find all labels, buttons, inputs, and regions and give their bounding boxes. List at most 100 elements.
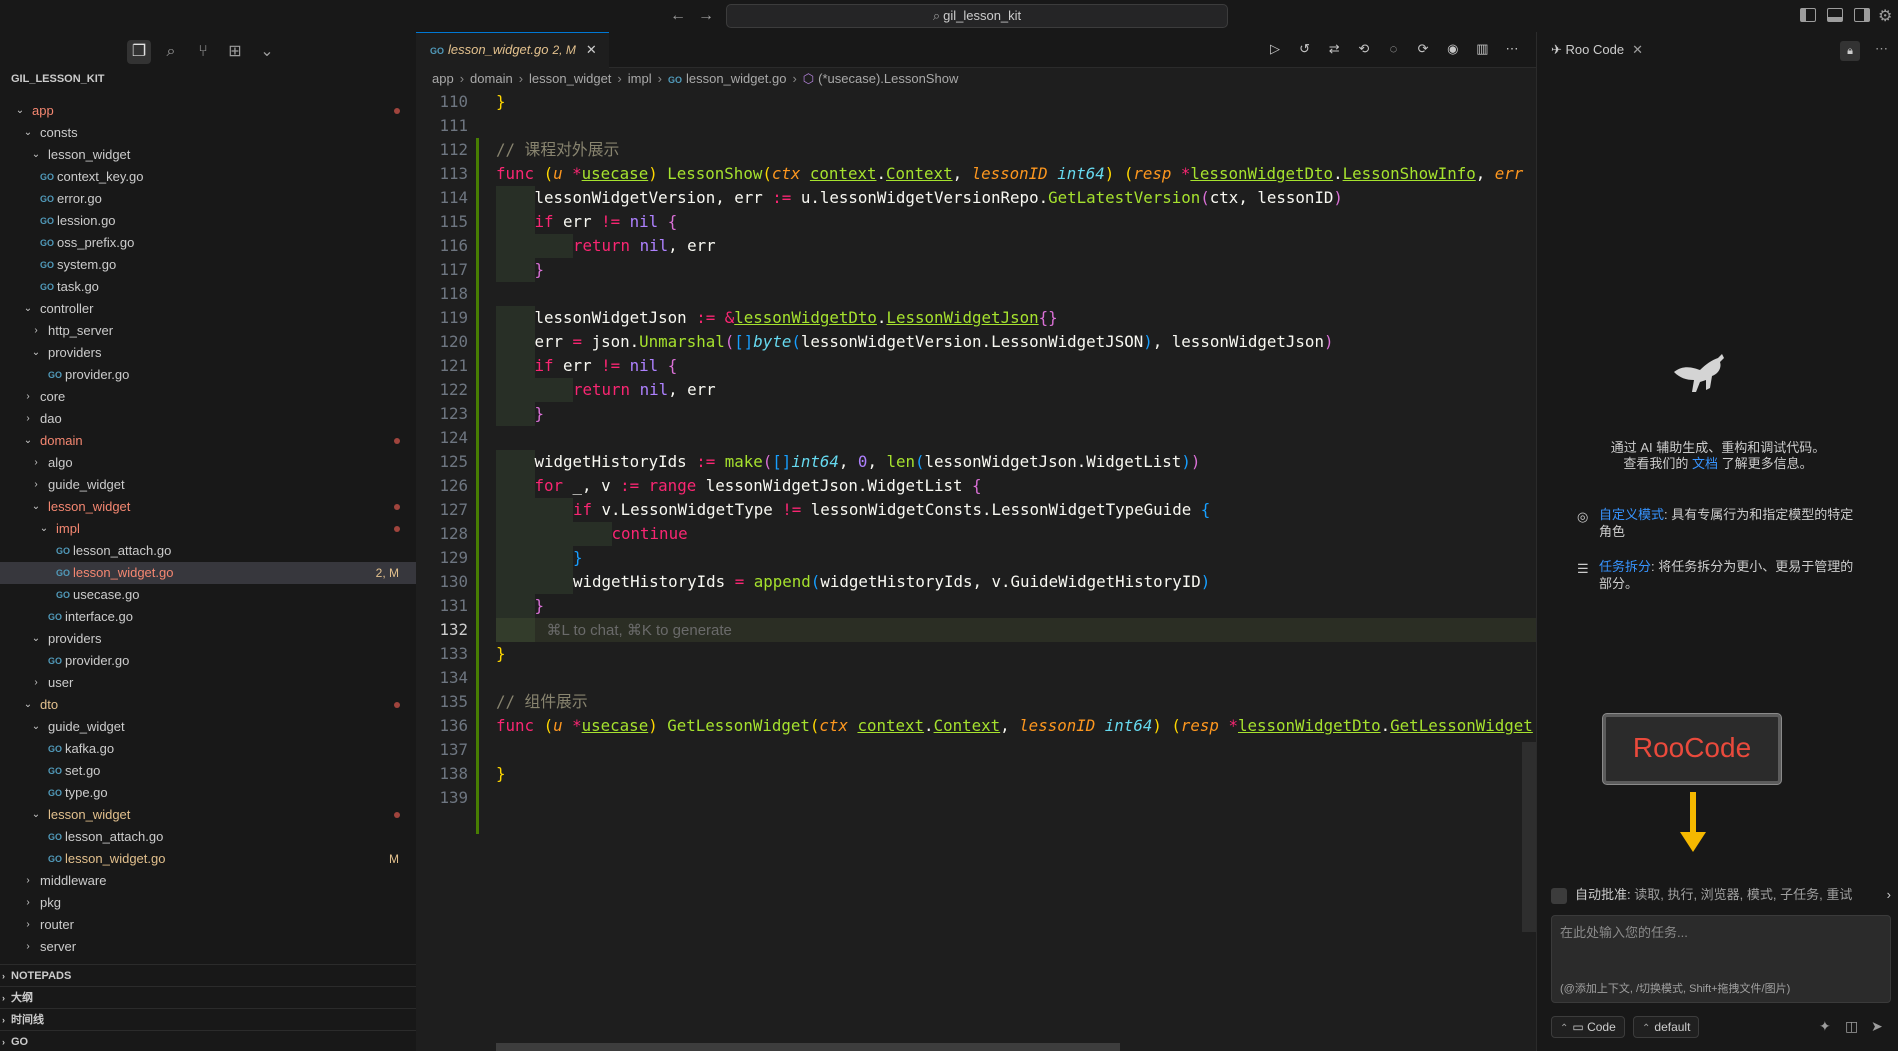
file-item-lesson-attach-go[interactable]: GO lesson_attach.go bbox=[0, 826, 416, 848]
chevron-down-icon[interactable]: ⌄ bbox=[255, 40, 279, 64]
folder-item-impl[interactable]: ⌄ impl bbox=[0, 518, 416, 540]
auto-approve-row[interactable]: 自动批准: 读取, 执行, 浏览器, 模式, 子任务, 重试 › bbox=[1551, 884, 1891, 906]
toggle-secondary-sidebar-icon[interactable] bbox=[1854, 8, 1870, 22]
run-icon[interactable]: ▷ bbox=[1265, 41, 1285, 57]
close-icon[interactable]: ✕ bbox=[586, 42, 597, 57]
send-icon[interactable]: ➤ bbox=[1871, 1018, 1883, 1035]
explorer-root-title[interactable]: GIL_LESSON_KIT bbox=[0, 68, 416, 90]
folder-item-providers[interactable]: ⌄ providers bbox=[0, 342, 416, 364]
lock-icon[interactable]: 🔒︎ bbox=[1840, 41, 1860, 61]
sidebar-section-2[interactable]: › 时间线 bbox=[0, 1008, 416, 1030]
folder-item-providers[interactable]: ⌄ providers bbox=[0, 628, 416, 650]
breadcrumb-item[interactable]: domain bbox=[470, 71, 513, 86]
next-change-icon[interactable]: ⟳ bbox=[1413, 41, 1433, 57]
line-number: 128 bbox=[439, 524, 468, 543]
more-actions-icon[interactable]: ⋯ bbox=[1875, 41, 1888, 57]
file-item-lesson-attach-go[interactable]: GO lesson_attach.go bbox=[0, 540, 416, 562]
go-back-change-icon[interactable]: ⟲ bbox=[1354, 41, 1374, 57]
roo-bottom-bar: ⌃ ▭ Code ⌃ default ✦ ◫ ➤ bbox=[1551, 1016, 1891, 1040]
folder-item-http-server[interactable]: › http_server bbox=[0, 320, 416, 342]
code-text: } bbox=[535, 258, 545, 282]
model-selector[interactable]: ⌃ default bbox=[1633, 1016, 1700, 1038]
folder-item-server[interactable]: › server bbox=[0, 936, 416, 958]
file-item-type-go[interactable]: GO type.go bbox=[0, 782, 416, 804]
folder-item-guide-widget[interactable]: › guide_widget bbox=[0, 474, 416, 496]
docs-link[interactable]: 文档 bbox=[1692, 456, 1718, 471]
code-token: LessonShow bbox=[667, 164, 763, 183]
previous-change-icon[interactable]: ◌ bbox=[1384, 41, 1404, 56]
folder-item-dao[interactable]: › dao bbox=[0, 408, 416, 430]
breadcrumb-item[interactable]: (*usecase).LessonShow bbox=[818, 71, 958, 86]
folder-item-app[interactable]: ⌄ app bbox=[0, 100, 416, 122]
folder-item-lesson-widget[interactable]: ⌄ lesson_widget bbox=[0, 496, 416, 518]
code-token: int64 bbox=[791, 452, 839, 471]
horizontal-scrollbar[interactable] bbox=[496, 1043, 1120, 1051]
file-item-usecase-go[interactable]: GO usecase.go bbox=[0, 584, 416, 606]
file-item-kafka-go[interactable]: GO kafka.go bbox=[0, 738, 416, 760]
file-item-system-go[interactable]: GO system.go bbox=[0, 254, 416, 276]
sidebar-section-1[interactable]: › 大纲 bbox=[0, 986, 416, 1008]
folder-item-dto[interactable]: ⌄ dto bbox=[0, 694, 416, 716]
auto-approve-checkbox[interactable] bbox=[1551, 887, 1567, 904]
breadcrumb-item[interactable]: lesson_widget bbox=[529, 71, 611, 86]
camera-icon[interactable]: ◫ bbox=[1845, 1018, 1858, 1035]
code-token: . bbox=[1333, 164, 1343, 183]
folder-item-router[interactable]: › router bbox=[0, 914, 416, 936]
file-item-error-go[interactable]: GO error.go bbox=[0, 188, 416, 210]
file-item-lesson-widget-go[interactable]: GO lesson_widget.go 2, M bbox=[0, 562, 416, 584]
folder-item-algo[interactable]: › algo bbox=[0, 452, 416, 474]
folder-item-guide-widget[interactable]: ⌄ guide_widget bbox=[0, 716, 416, 738]
breadcrumb-item[interactable]: app bbox=[432, 71, 454, 86]
breadcrumb-item[interactable]: lesson_widget.go bbox=[686, 71, 786, 86]
source-control-icon[interactable]: ⑂ bbox=[191, 40, 215, 64]
folder-item-lesson-widget[interactable]: ⌄ lesson_widget bbox=[0, 144, 416, 166]
sidebar-section-0[interactable]: › NOTEPADS bbox=[0, 964, 416, 986]
file-item-set-go[interactable]: GO set.go bbox=[0, 760, 416, 782]
explorer-files-icon[interactable]: ❐ bbox=[127, 40, 151, 64]
split-editor-icon[interactable]: ▥ bbox=[1472, 41, 1492, 57]
feature-title[interactable]: 自定义模式 bbox=[1599, 507, 1664, 522]
feature-title[interactable]: 任务拆分 bbox=[1599, 559, 1651, 574]
close-icon[interactable]: ✕ bbox=[1632, 42, 1643, 57]
toggle-panel-icon[interactable] bbox=[1827, 8, 1843, 22]
toggle-primary-sidebar-icon[interactable] bbox=[1800, 8, 1816, 22]
file-item-task-go[interactable]: GO task.go bbox=[0, 276, 416, 298]
file-item-lesson-widget-go[interactable]: GO lesson_widget.go M bbox=[0, 848, 416, 870]
timeline-icon[interactable]: ↺ bbox=[1295, 41, 1315, 57]
folder-item-lesson-widget[interactable]: ⌄ lesson_widget bbox=[0, 804, 416, 826]
more-actions-icon[interactable]: ⋯ bbox=[1502, 41, 1522, 57]
folder-item-middleware[interactable]: › middleware bbox=[0, 870, 416, 892]
task-input[interactable]: 在此处输入您的任务... (@添加上下文, /切换模式, Shift+拖拽文件/… bbox=[1551, 915, 1891, 1003]
command-center-search[interactable]: ⌕ gil_lesson_kit bbox=[726, 4, 1228, 28]
enhance-prompt-icon[interactable]: ✦ bbox=[1819, 1018, 1831, 1035]
sidebar-section-3[interactable]: › GO bbox=[0, 1030, 416, 1051]
mode-selector[interactable]: ⌃ ▭ Code bbox=[1551, 1016, 1625, 1038]
folder-item-domain[interactable]: ⌄ domain bbox=[0, 430, 416, 452]
code-editor[interactable]: 110} 111 112 // 课程对外展示 113 func (u *usecase) … bbox=[416, 90, 1536, 1051]
line-number: 113 bbox=[439, 164, 468, 183]
folder-item-consts[interactable]: ⌄ consts bbox=[0, 122, 416, 144]
folder-item-pkg[interactable]: › pkg bbox=[0, 892, 416, 914]
back-arrow-icon[interactable]: ← bbox=[670, 6, 686, 26]
file-item-context-key-go[interactable]: GO context_key.go bbox=[0, 166, 416, 188]
folder-item-controller[interactable]: ⌄ controller bbox=[0, 298, 416, 320]
chevron-right-icon: › bbox=[26, 919, 30, 930]
file-item-lession-go[interactable]: GO lession.go bbox=[0, 210, 416, 232]
file-item-interface-go[interactable]: GO interface.go bbox=[0, 606, 416, 628]
file-item-provider-go[interactable]: GO provider.go bbox=[0, 364, 416, 386]
search-icon[interactable]: ⌕ bbox=[159, 40, 183, 64]
extensions-icon[interactable]: ⊞ bbox=[223, 40, 247, 64]
settings-gear-icon[interactable]: ⚙ bbox=[1878, 6, 1892, 26]
file-item-provider-go[interactable]: GO provider.go bbox=[0, 650, 416, 672]
forward-arrow-icon[interactable]: → bbox=[698, 6, 714, 26]
breadcrumb-item[interactable]: impl bbox=[628, 71, 652, 86]
tab-lesson-widget-go[interactable]: GO lesson_widget.go 2, M ✕ bbox=[416, 32, 609, 68]
folder-item-core[interactable]: › core bbox=[0, 386, 416, 408]
callout-arrow bbox=[1690, 792, 1696, 834]
folder-item-user[interactable]: › user bbox=[0, 672, 416, 694]
roo-code-tab[interactable]: ✈ Roo Code ✕ bbox=[1537, 32, 1643, 68]
git-lens-icon[interactable]: ◉ bbox=[1443, 41, 1463, 57]
chevron-right-icon[interactable]: › bbox=[1887, 884, 1891, 906]
file-item-oss-prefix-go[interactable]: GO oss_prefix.go bbox=[0, 232, 416, 254]
compare-icon[interactable]: ⇄ bbox=[1324, 41, 1344, 57]
